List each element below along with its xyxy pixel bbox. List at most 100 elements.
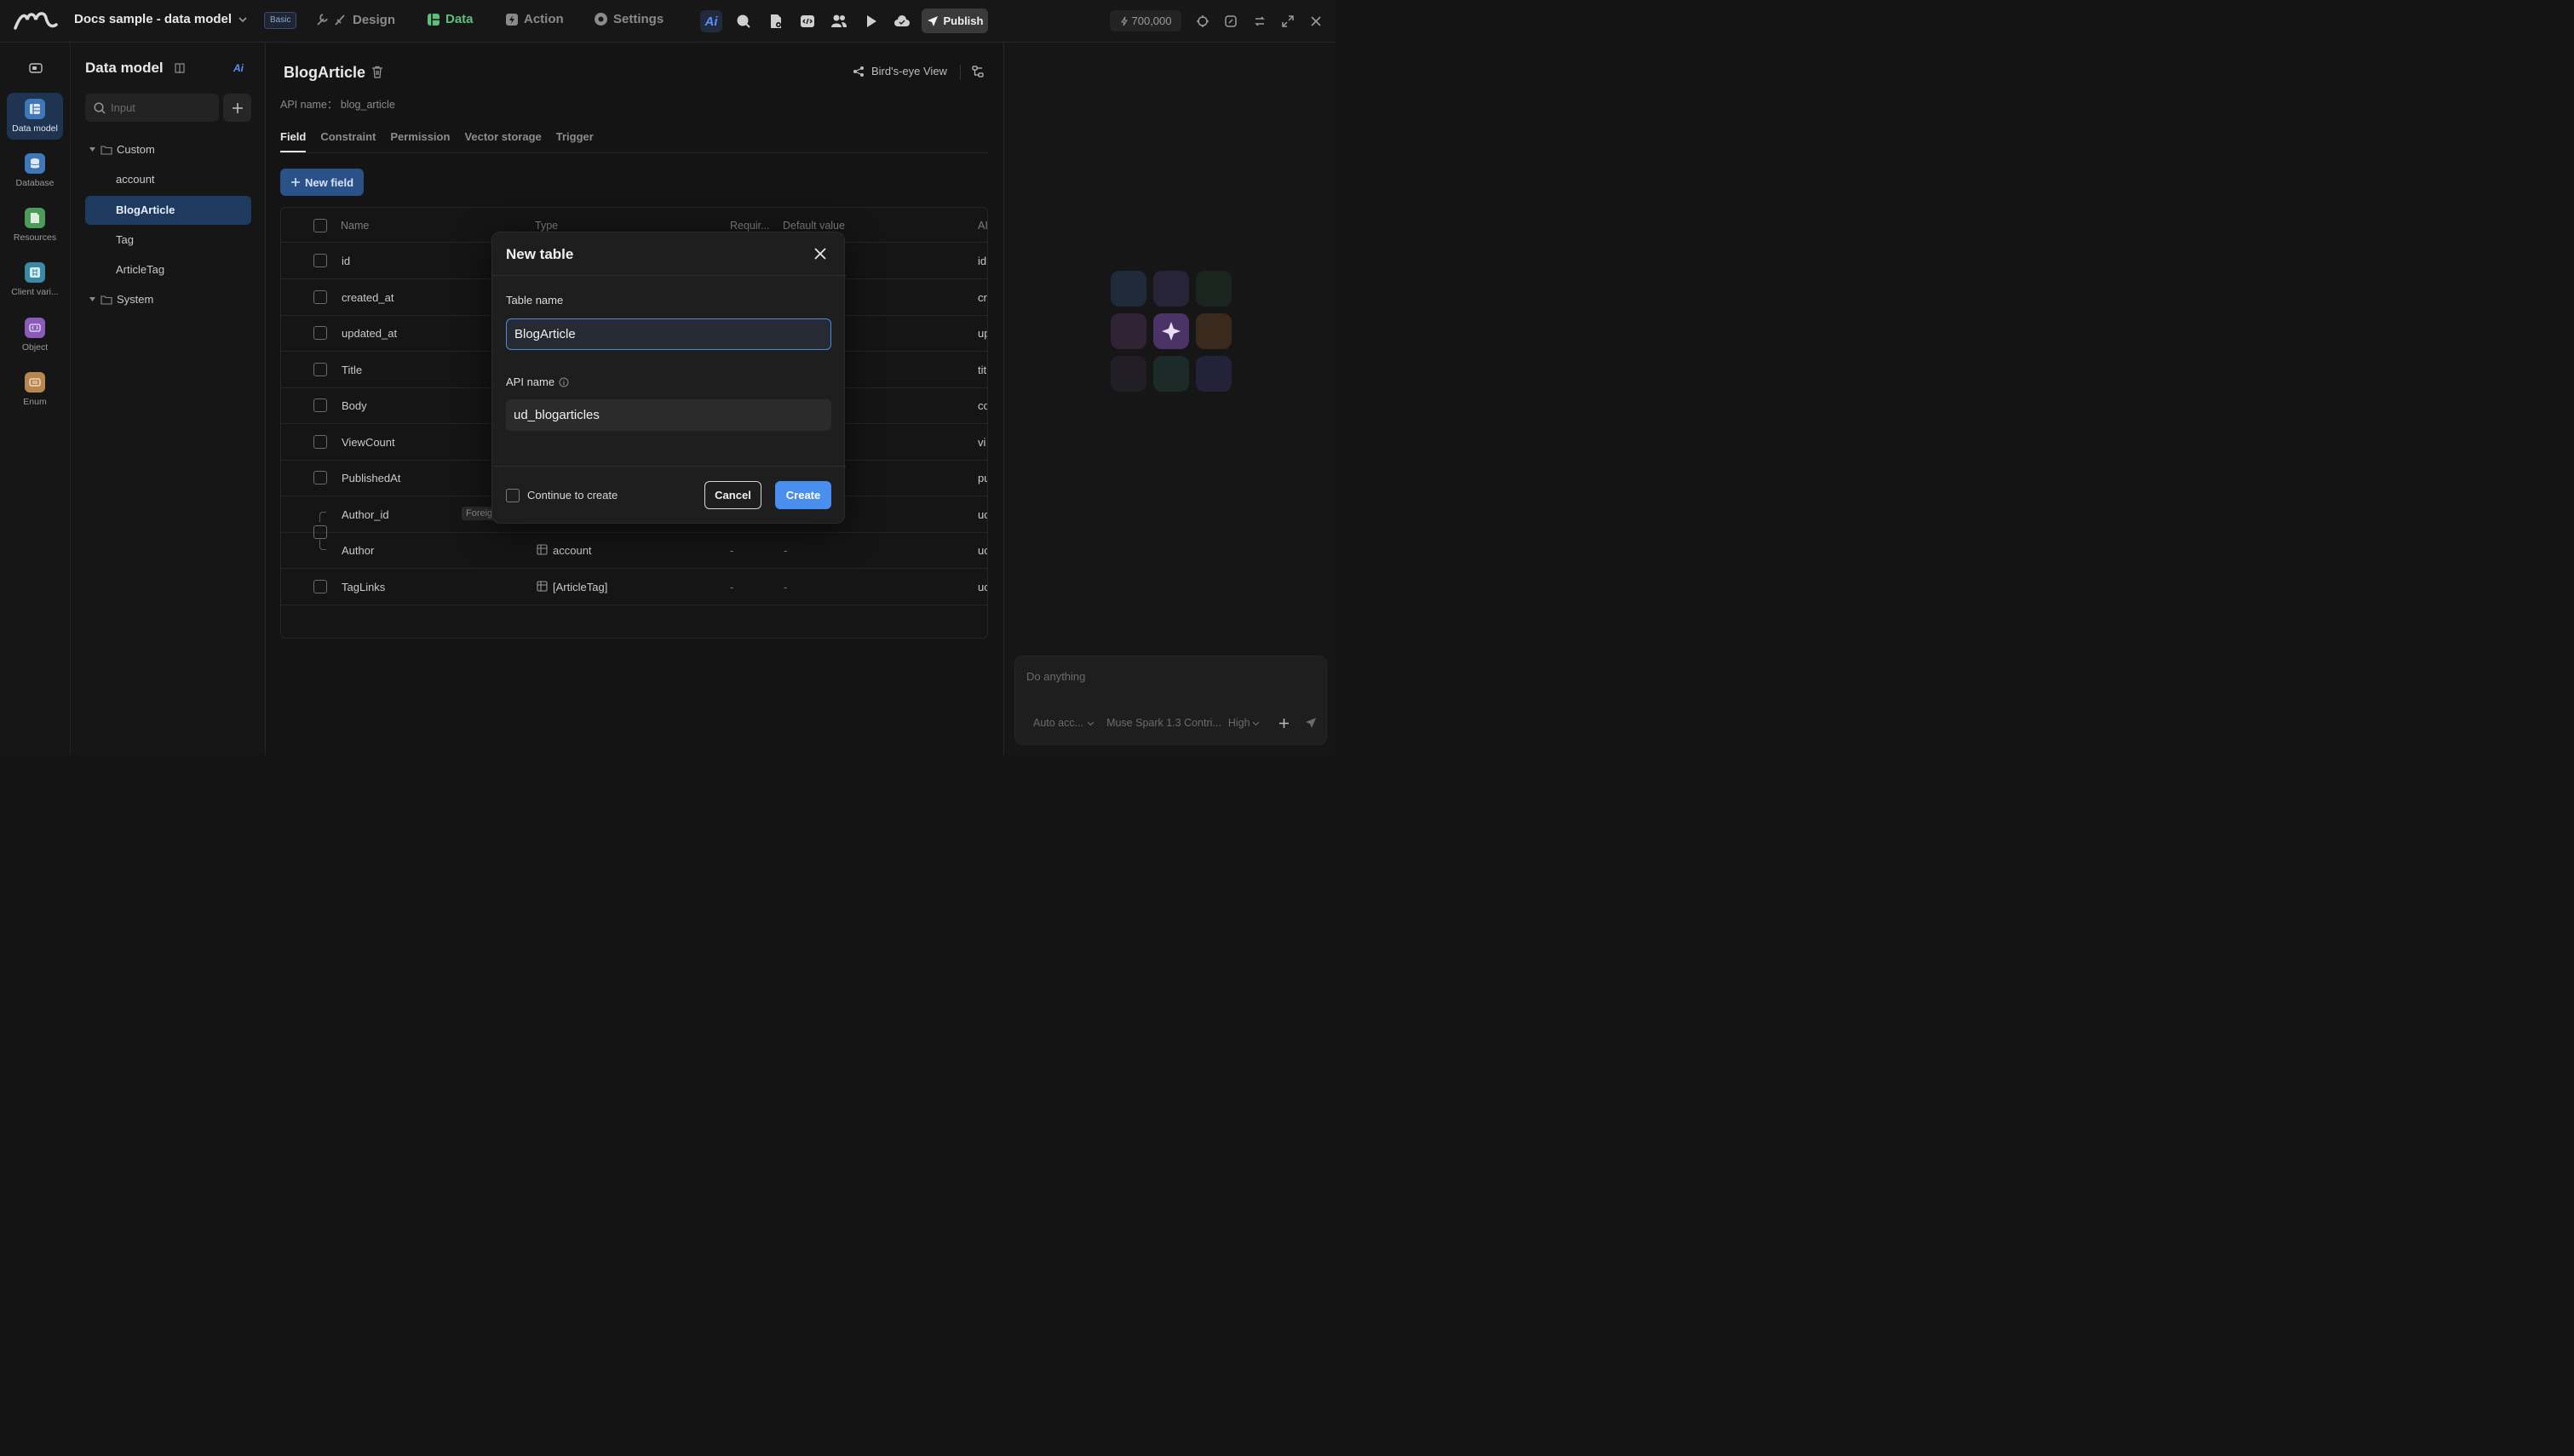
publish-button[interactable]: Publish xyxy=(922,9,988,33)
search-box xyxy=(85,94,219,122)
cancel-button[interactable]: Cancel xyxy=(704,481,761,509)
api-name-input[interactable] xyxy=(506,399,831,431)
sidebar-toggle-icon[interactable] xyxy=(29,62,43,74)
plus-icon[interactable] xyxy=(1278,718,1290,729)
row-checkbox[interactable] xyxy=(313,435,327,449)
chat-input-box: Do anything Auto acc... Muse Spark 1.3 C… xyxy=(1014,656,1327,745)
create-button[interactable]: Create xyxy=(775,481,831,509)
file-settings-icon[interactable] xyxy=(765,10,787,32)
tree-item-articletag[interactable]: ArticleTag xyxy=(85,255,251,284)
rail-label: Database xyxy=(15,178,55,188)
field-api-name: uc xyxy=(978,544,987,557)
table-name-input[interactable] xyxy=(506,318,831,350)
tree-group-custom[interactable]: Custom xyxy=(89,143,155,156)
tab-vector-storage[interactable]: Vector storage xyxy=(464,130,541,152)
rail-item-enum[interactable]: Enum xyxy=(7,366,63,413)
search-icon[interactable] xyxy=(733,10,755,32)
app-logo-icon[interactable] xyxy=(14,9,58,32)
table-row[interactable]: TagLinks [ArticleTag] - - uc xyxy=(281,569,987,605)
table-row[interactable]: Author account - - uc xyxy=(281,532,987,569)
info-icon[interactable] xyxy=(559,377,569,387)
field-name: updated_at xyxy=(342,327,398,340)
users-icon[interactable] xyxy=(828,10,850,32)
send-icon[interactable] xyxy=(1305,717,1317,729)
rail-item-object[interactable]: Object xyxy=(7,312,63,358)
code-icon[interactable] xyxy=(796,10,819,32)
project-title-dropdown[interactable]: Docs sample - data model xyxy=(74,12,249,26)
send-icon xyxy=(927,15,939,27)
plan-badge: Basic xyxy=(264,12,297,29)
trash-icon[interactable] xyxy=(371,66,383,78)
tab-data[interactable]: Data xyxy=(427,12,474,26)
tab-constraint[interactable]: Constraint xyxy=(320,130,376,152)
mode-selector[interactable]: Auto acc... xyxy=(1033,717,1083,729)
object-icon xyxy=(25,318,45,338)
tabs-underline xyxy=(280,152,988,153)
tree-group-system[interactable]: System xyxy=(89,293,153,306)
field-api-name: vi xyxy=(978,436,986,449)
search-input[interactable] xyxy=(111,101,204,114)
tab-permission[interactable]: Permission xyxy=(390,130,450,152)
ai-assistant-icon[interactable]: Ai xyxy=(700,10,722,32)
rail-item-data-model[interactable]: Data model xyxy=(7,93,63,140)
enum-icon xyxy=(25,372,45,393)
add-table-button[interactable] xyxy=(223,94,251,122)
tab-trigger[interactable]: Trigger xyxy=(556,130,594,152)
field-api-name: up xyxy=(978,327,987,340)
cloud-check-icon[interactable] xyxy=(891,10,913,32)
field-name: Body xyxy=(342,399,367,412)
chat-input[interactable]: Do anything xyxy=(1026,670,1085,683)
continue-to-create-label: Continue to create xyxy=(527,489,618,502)
continue-to-create-checkbox[interactable] xyxy=(506,489,520,502)
model-selector[interactable]: Muse Spark 1.3 Contri... xyxy=(1106,717,1221,729)
ai-generate-icon[interactable]: Ai xyxy=(233,62,244,74)
book-icon[interactable] xyxy=(174,62,186,74)
close-icon[interactable] xyxy=(1305,10,1327,32)
tree-item-blogarticle[interactable]: BlogArticle xyxy=(85,196,251,225)
play-icon[interactable] xyxy=(860,10,882,32)
row-checkbox[interactable] xyxy=(313,398,327,412)
refresh-icon[interactable] xyxy=(1249,10,1271,32)
hierarchy-icon[interactable] xyxy=(971,65,985,78)
rail-item-database[interactable]: Database xyxy=(7,147,63,194)
divider xyxy=(960,65,961,80)
folder-icon xyxy=(101,145,112,155)
tree-item-account[interactable]: account xyxy=(85,165,251,194)
birds-eye-view-button[interactable]: Bird's-eye View xyxy=(853,65,947,77)
row-checkbox[interactable] xyxy=(313,580,327,593)
new-field-button[interactable]: New field xyxy=(280,169,364,196)
new-table-dialog: New table Table name API name Continue t… xyxy=(491,232,846,524)
close-icon[interactable] xyxy=(813,247,827,261)
row-checkbox[interactable] xyxy=(313,363,327,376)
row-checkbox[interactable] xyxy=(313,290,327,304)
tab-design[interactable]: Design xyxy=(315,12,395,27)
tab-action[interactable]: Action xyxy=(505,12,564,26)
preview-window-icon[interactable] xyxy=(1220,10,1242,32)
effort-selector[interactable]: High xyxy=(1228,717,1250,729)
row-group-checkbox[interactable] xyxy=(313,525,327,539)
resources-icon xyxy=(25,208,45,228)
api-name-label-row: API name xyxy=(506,375,569,388)
credits-counter[interactable]: 700,000 xyxy=(1110,10,1181,32)
row-checkbox[interactable] xyxy=(313,326,327,340)
select-all-checkbox[interactable] xyxy=(313,219,327,232)
project-title: Docs sample - data model xyxy=(74,12,233,26)
field-name: Author_id xyxy=(342,508,389,521)
rail-item-resources[interactable]: Resources xyxy=(7,202,63,249)
column-header-type: Type xyxy=(535,220,559,232)
divider xyxy=(492,275,846,276)
row-checkbox[interactable] xyxy=(313,471,327,484)
tab-field[interactable]: Field xyxy=(280,130,307,152)
expand-icon[interactable] xyxy=(1277,10,1299,32)
field-required: - xyxy=(730,544,734,557)
field-name: PublishedAt xyxy=(342,472,401,484)
search-icon xyxy=(94,101,106,114)
tab-settings[interactable]: Settings xyxy=(594,12,664,26)
target-icon[interactable] xyxy=(1192,10,1214,32)
field-api-name: tit xyxy=(978,364,987,376)
tree-item-tag[interactable]: Tag xyxy=(85,226,251,255)
row-checkbox[interactable] xyxy=(313,254,327,267)
rail-item-client-variable[interactable]: Client vari... xyxy=(7,256,63,303)
rail-label: Resources xyxy=(13,232,57,243)
data-model-panel: Data model Ai Custom account BlogArticle… xyxy=(72,43,266,755)
